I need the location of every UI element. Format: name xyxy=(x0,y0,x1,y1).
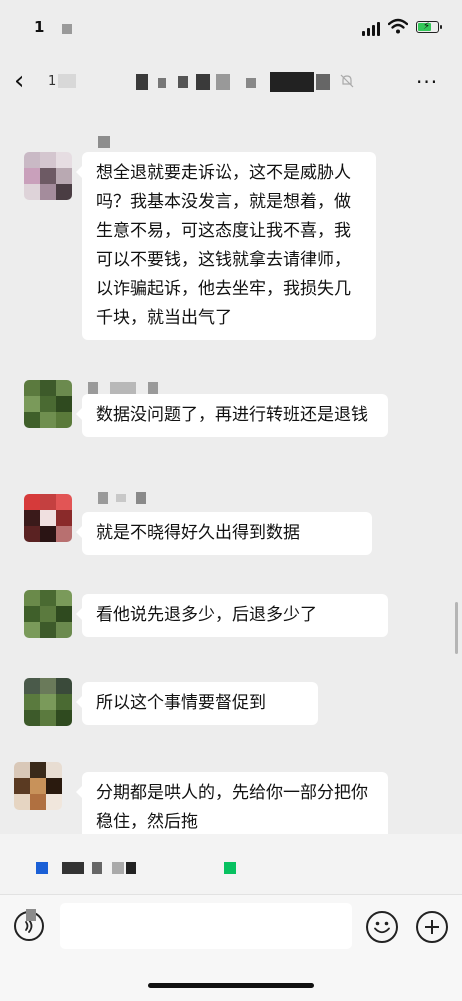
battery-icon: ⚡ xyxy=(416,21,442,33)
signal-icon xyxy=(362,22,380,36)
unread-count-obscured xyxy=(58,74,76,88)
message-bubble[interactable]: 所以这个事情要督促到 xyxy=(76,682,318,725)
reply-preview-marker xyxy=(36,862,48,874)
avatar[interactable] xyxy=(24,380,72,428)
plus-icon[interactable] xyxy=(416,911,448,943)
mute-bell-icon xyxy=(340,74,354,88)
avatar[interactable] xyxy=(24,494,72,542)
message-input[interactable] xyxy=(60,903,352,949)
scrollbar[interactable] xyxy=(455,602,458,654)
quoted-reply-preview[interactable] xyxy=(0,834,462,894)
status-time: 1 xyxy=(34,18,45,36)
status-time-obscured xyxy=(62,24,72,34)
chevron-left-icon[interactable]: ‹ xyxy=(14,66,24,96)
message-list[interactable]: 想全退就要走诉讼，这不是威胁人吗？我基本没发言，就是想着，做生意不易，可这态度让… xyxy=(0,108,462,834)
home-indicator xyxy=(148,983,314,988)
emoji-icon[interactable] xyxy=(366,911,398,943)
message-bubble[interactable]: 看他说先退多少，后退多少了 xyxy=(76,594,388,637)
avatar[interactable] xyxy=(24,152,72,200)
input-bar xyxy=(0,894,462,1001)
avatar[interactable] xyxy=(24,590,72,638)
message-bubble[interactable]: 就是不晓得好久出得到数据 xyxy=(76,512,372,555)
message-bubble[interactable]: 数据没问题了，再进行转班还是退钱 xyxy=(76,394,388,437)
unread-count: 1 xyxy=(48,74,57,89)
reply-preview-green-marker xyxy=(224,862,236,874)
status-bar: 1 ⚡ xyxy=(0,0,462,56)
voice-icon-obscured xyxy=(26,909,36,921)
more-dots-icon[interactable]: ··· xyxy=(416,70,438,94)
message-bubble[interactable]: 分期都是哄人的，先给你一部分把你稳住，然后拖 xyxy=(76,772,388,834)
chat-header: ‹ 1 ··· xyxy=(0,56,462,108)
wifi-icon xyxy=(388,18,408,34)
message-bubble[interactable]: 想全退就要走诉讼，这不是威胁人吗？我基本没发言，就是想着，做生意不易，可这态度让… xyxy=(76,152,376,340)
reply-preview-obscured xyxy=(62,862,84,874)
avatar[interactable] xyxy=(14,762,62,810)
avatar[interactable] xyxy=(24,678,72,726)
